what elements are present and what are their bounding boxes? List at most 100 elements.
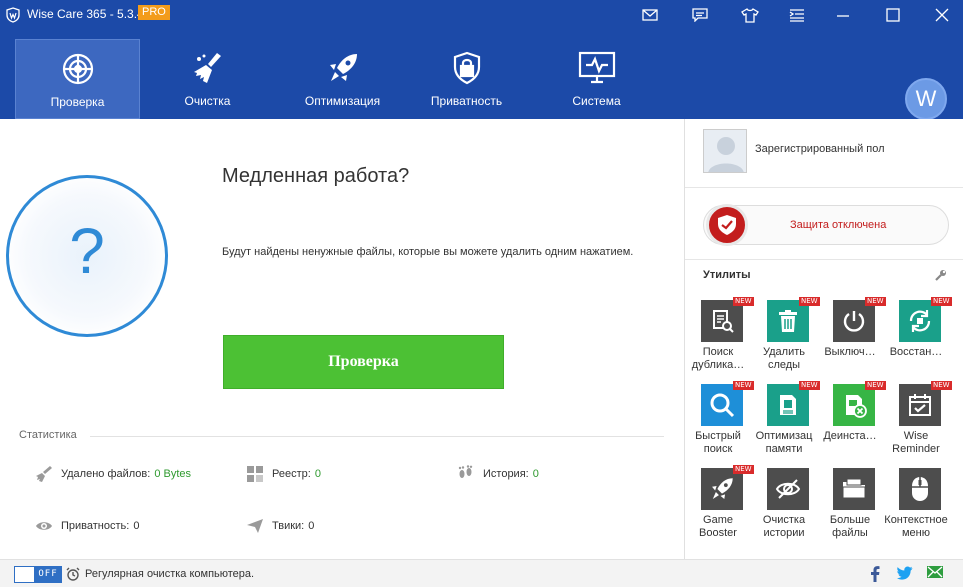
- restore-icon: [909, 310, 931, 332]
- twitter-icon[interactable]: [897, 566, 913, 580]
- utilities-title: Утилиты: [703, 269, 751, 281]
- facebook-icon[interactable]: [870, 566, 880, 582]
- menu-button[interactable]: [777, 0, 817, 30]
- tab-optimize[interactable]: Оптимизация: [280, 39, 405, 119]
- feedback-button[interactable]: [680, 0, 720, 30]
- utility-uninstaller[interactable]: NEW Деинста…: [817, 381, 886, 468]
- new-badge: NEW: [931, 381, 952, 390]
- stat-tweaks-label: Твики:: [272, 520, 305, 532]
- utility-restore[interactable]: NEW Восстан…: [883, 297, 952, 384]
- maximize-icon: [886, 8, 900, 22]
- stat-history-label: История:: [483, 468, 529, 480]
- stat-deleted-value: 0 Bytes: [154, 468, 192, 480]
- utility-shutdown[interactable]: NEW Выключ…: [817, 297, 886, 384]
- status-bar: OFF Регулярная очистка компьютера.: [0, 559, 963, 587]
- email-icon[interactable]: [927, 566, 943, 578]
- utility-label: Выключ…: [824, 346, 876, 358]
- toggle-state: OFF: [35, 567, 61, 582]
- minimize-button[interactable]: [823, 0, 863, 30]
- monitor-icon: [578, 51, 615, 84]
- paper-plane-icon: [247, 519, 263, 533]
- utility-context-menu[interactable]: Контекстное меню: [883, 468, 949, 552]
- utility-memory-optimizer[interactable]: NEW Оптимизац памяти: [751, 381, 820, 468]
- calendar-icon: [909, 394, 931, 416]
- main-panel: ? Медленная работа? Будут найдены ненужн…: [0, 119, 684, 559]
- mouse-icon: [912, 477, 928, 501]
- mail-icon: [642, 9, 658, 21]
- utility-icon-tile: [701, 384, 743, 426]
- schedule-status-text[interactable]: Регулярная очистка компьютера.: [85, 568, 254, 580]
- protection-status-text: Защита отключена: [790, 219, 887, 231]
- user-name[interactable]: Зарегистрированный пользователь: [755, 143, 885, 155]
- stat-registry: Реестр: 0: [246, 464, 321, 484]
- tab-clean-label: Очистка: [184, 94, 231, 108]
- stat-tweaks-value: 0: [308, 520, 315, 532]
- stat-registry-label: Реестр:: [272, 468, 311, 480]
- utility-label: Wise Reminder: [892, 430, 940, 455]
- utility-large-files[interactable]: Больше файлы: [817, 468, 883, 552]
- utility-remove-traces[interactable]: NEW Удалить следы: [751, 297, 820, 384]
- utility-label: Восстан…: [889, 346, 943, 358]
- tab-check[interactable]: Проверка: [15, 39, 140, 119]
- utility-label: Больше файлы: [829, 514, 871, 539]
- utility-label: Game Booster: [699, 514, 737, 539]
- utility-wise-reminder[interactable]: NEW Wise Reminder: [883, 381, 952, 468]
- sidebar-panel: Зарегистрированный пользователь Защита о…: [684, 119, 963, 559]
- utility-icon-tile: [767, 468, 809, 510]
- utility-label: Контекстное меню: [884, 514, 948, 539]
- radar-icon: [62, 53, 93, 85]
- main-navigation: Проверка Очистка Оптимизация Приватность…: [0, 30, 963, 120]
- stat-deleted-label: Удалено файлов:: [61, 468, 151, 480]
- close-button[interactable]: [922, 0, 962, 30]
- sidebar-divider: [685, 187, 963, 188]
- minimize-icon: [837, 15, 849, 17]
- duplicate-finder-icon: [713, 310, 734, 333]
- status-circle: ?: [6, 175, 168, 337]
- tab-check-label: Проверка: [50, 95, 105, 109]
- user-avatar[interactable]: [703, 129, 747, 173]
- skin-button[interactable]: [730, 0, 770, 30]
- wrench-icon[interactable]: [935, 269, 947, 281]
- folder-icon: [842, 478, 866, 499]
- protection-status[interactable]: Защита отключена: [703, 204, 949, 246]
- stat-deleted: Удалено файлов: 0 Bytes: [35, 464, 191, 484]
- utility-label: Оптимизац памяти: [755, 430, 813, 455]
- app-logo-icon: [6, 7, 20, 23]
- utility-fast-search[interactable]: NEW Быстрый поиск: [685, 381, 754, 468]
- rocket-icon: [712, 478, 733, 499]
- stat-history: История: 0: [457, 464, 539, 484]
- new-badge: NEW: [931, 297, 952, 306]
- footprints-icon: [458, 465, 473, 478]
- utility-label: Быстрый поиск: [695, 430, 741, 455]
- page-description: Будут найдены ненужные файлы, которые вы…: [222, 246, 634, 258]
- account-avatar[interactable]: W: [905, 78, 947, 120]
- registry-icon: [247, 466, 263, 482]
- auto-clean-toggle[interactable]: OFF: [14, 566, 62, 583]
- utility-duplicate-finder[interactable]: NEW Поиск дублика…: [685, 297, 754, 384]
- trash-icon: [779, 310, 797, 332]
- mail-button[interactable]: [630, 0, 670, 30]
- tab-system[interactable]: Система: [534, 39, 659, 119]
- scan-button[interactable]: Проверка: [223, 335, 504, 389]
- broom-icon: [193, 53, 221, 83]
- chat-icon: [692, 8, 708, 22]
- power-icon: [843, 311, 865, 332]
- utility-label: Поиск дублика…: [691, 346, 745, 371]
- tab-privacy-label: Приватность: [430, 94, 503, 108]
- protection-shield: [706, 204, 748, 246]
- utility-game-booster[interactable]: NEW Game Booster: [685, 465, 754, 552]
- close-icon: [935, 8, 949, 22]
- tab-privacy[interactable]: Приватность: [404, 39, 529, 119]
- broom-icon: [36, 466, 52, 482]
- utility-history-cleaner[interactable]: Очистка истории: [751, 468, 817, 552]
- lock-shield-icon: [453, 51, 480, 85]
- utility-label: Деинста…: [823, 430, 877, 442]
- memory-icon: [780, 395, 796, 415]
- tab-clean[interactable]: Очистка: [145, 39, 270, 119]
- utility-icon-tile: [899, 468, 941, 510]
- maximize-button[interactable]: [873, 0, 913, 30]
- stats-divider: [90, 436, 664, 437]
- shirt-icon: [741, 7, 759, 23]
- pro-badge: PRO: [138, 5, 170, 20]
- stat-privacy-value: 0: [133, 520, 140, 532]
